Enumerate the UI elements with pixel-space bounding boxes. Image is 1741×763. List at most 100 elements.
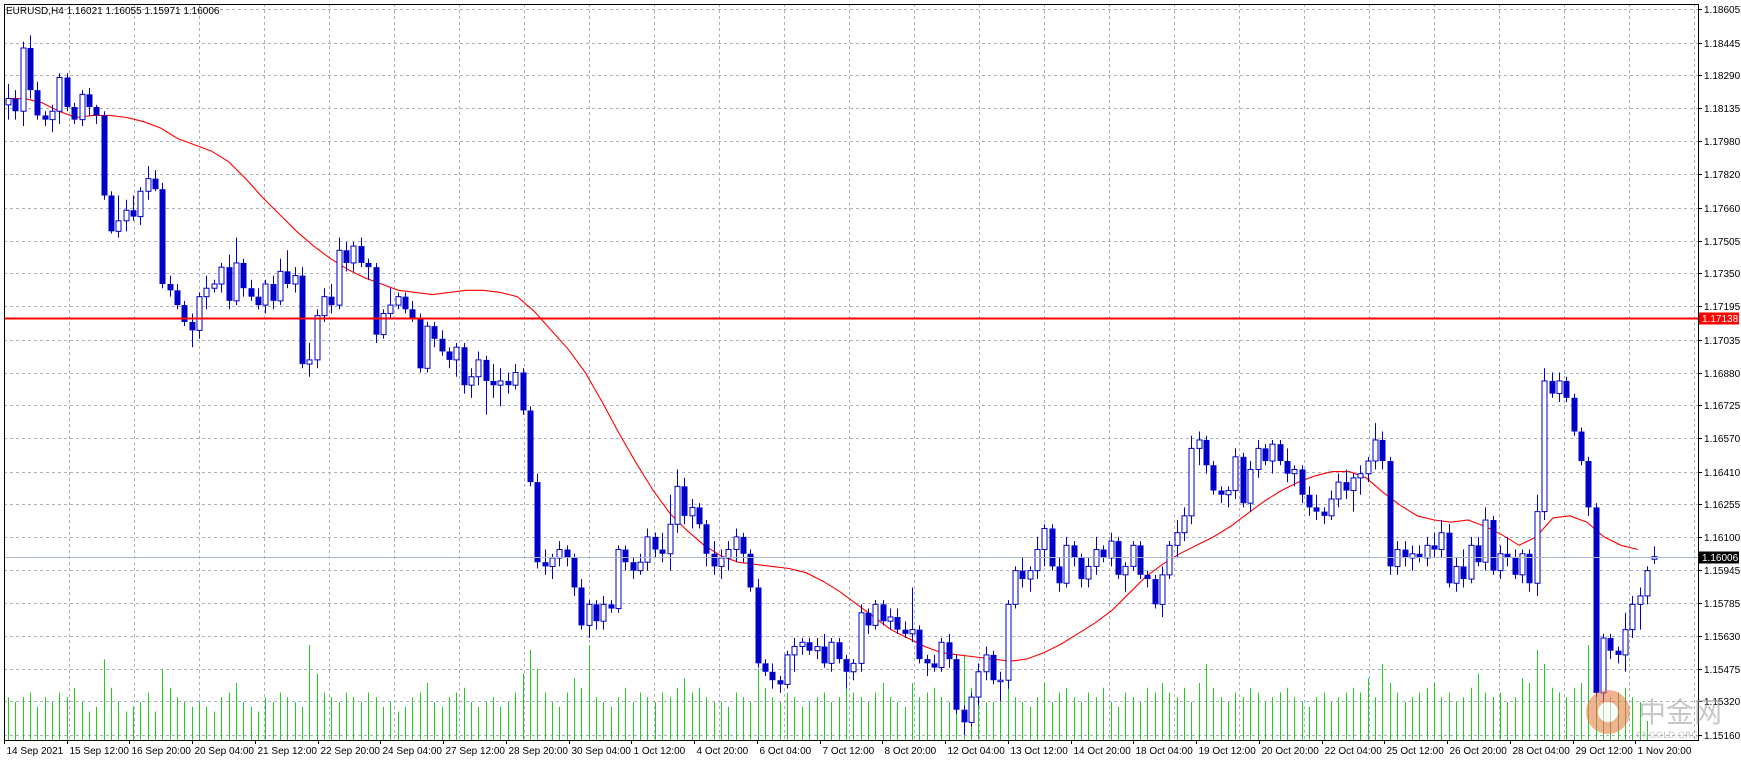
- candle-body-bear: [174, 290, 181, 306]
- candle-body-bear: [902, 629, 909, 634]
- candle-body-bear: [93, 106, 100, 116]
- x-tick-label: 13 Oct 12:00: [1011, 746, 1069, 757]
- candle-body-bull: [828, 641, 835, 664]
- candle-body-bear: [865, 612, 872, 626]
- candle-body-bull: [850, 662, 857, 673]
- candle: [108, 191, 115, 234]
- candle-body-bear: [1526, 553, 1533, 584]
- candle-body-bear: [409, 309, 416, 318]
- candle-body-bull: [5, 98, 12, 106]
- y-tick-label: 1.17035: [1704, 336, 1741, 347]
- candle-body-bull: [49, 110, 56, 121]
- candle-body-bull: [1041, 527, 1048, 551]
- candle-body-bear: [681, 486, 688, 516]
- candle-body-bear: [931, 663, 938, 668]
- candle-body-bull: [725, 549, 732, 559]
- x-tick-label: 30 Sep 04:00: [572, 746, 632, 757]
- candle-body-bear: [769, 671, 776, 681]
- candle-body-bull: [872, 603, 879, 626]
- y-tick-label: 1.16725: [1704, 401, 1741, 412]
- candle-body-bear: [343, 250, 350, 263]
- candle-body-bear: [916, 629, 923, 660]
- price-chart[interactable]: 1.18605 1.18445 1.18290 1.18135 1.17980 1.178…: [0, 0, 1741, 763]
- candle-body-bear: [1387, 461, 1394, 567]
- candle-body-bear: [961, 709, 968, 723]
- candle-body-bear: [578, 587, 585, 626]
- candle-body-bull: [20, 47, 27, 112]
- candle-body-bull: [909, 629, 916, 635]
- candle-body-bear: [248, 288, 255, 297]
- candle-body-bear: [1262, 448, 1269, 462]
- candle-body-bull: [79, 93, 86, 121]
- candle-body-bear: [1299, 469, 1306, 495]
- candle-body-bear: [402, 296, 409, 310]
- candle-body-bull: [56, 76, 63, 112]
- candle-body-bear: [1203, 439, 1210, 466]
- candle-body-bull: [1196, 439, 1203, 449]
- candle-body-bear: [328, 296, 335, 306]
- candle-body-bear: [806, 642, 813, 651]
- candle: [953, 654, 960, 714]
- candle-body-bull: [1335, 481, 1342, 500]
- trading-chart-window[interactable]: 1.18605 1.18445 1.18290 1.18135 1.17980 1.178…: [0, 0, 1741, 763]
- candle: [1137, 541, 1144, 580]
- candle-body-bull: [733, 536, 740, 551]
- candle: [1578, 427, 1585, 466]
- candle: [1210, 461, 1217, 495]
- candle-body-bear: [446, 351, 453, 360]
- candle-body-bull: [314, 315, 321, 361]
- candle-body-bear: [1593, 507, 1600, 693]
- candle: [1166, 541, 1173, 580]
- candle-body-bull: [1644, 570, 1651, 597]
- candle-body-bull: [997, 679, 1004, 683]
- candle-body-bear: [1306, 494, 1313, 508]
- candle-body-bear: [1571, 397, 1578, 432]
- candle-body-bull: [983, 654, 990, 673]
- candle-body-bull: [424, 325, 431, 369]
- candle-body-bull: [1005, 603, 1012, 681]
- x-tick-label: 24 Sep 04:00: [383, 746, 443, 757]
- x-tick-label: 20 Sep 04:00: [195, 746, 255, 757]
- candle-body-bear: [740, 536, 747, 554]
- candle-body-bear: [747, 553, 754, 588]
- y-tick-label: 1.15160: [1704, 731, 1741, 742]
- candle-body-bull: [968, 696, 975, 723]
- candle-body-bull: [395, 296, 402, 306]
- candle-body-bull: [336, 249, 343, 306]
- candle-body-bear: [1049, 528, 1056, 567]
- candle-body-bear: [622, 549, 629, 563]
- candle-body-bear: [12, 98, 19, 112]
- candle-body-bull: [306, 359, 313, 365]
- candle-body-bull: [674, 485, 681, 525]
- y-tick-label: 1.16255: [1704, 500, 1741, 511]
- y-tick-label: 1.17820: [1704, 170, 1741, 181]
- candle-body-bull: [799, 641, 806, 647]
- candle-body-bull: [1027, 570, 1034, 580]
- candle-body-bull: [1255, 447, 1262, 470]
- candle: [938, 638, 945, 672]
- candle-body-bull: [1188, 447, 1195, 517]
- x-tick-label: 20 Oct 20:00: [1262, 746, 1320, 757]
- y-tick-label: 1.17195: [1704, 302, 1741, 313]
- candle-body-bull: [1328, 498, 1335, 517]
- candle-body-bull: [123, 209, 130, 222]
- candle-body-bull: [556, 549, 563, 559]
- candle: [872, 600, 879, 630]
- candle: [424, 321, 431, 373]
- candle-body-bear: [1563, 380, 1570, 398]
- candle-body-bull: [814, 645, 821, 652]
- candle-body-bear: [1578, 431, 1585, 462]
- candle-body-bear: [946, 642, 953, 660]
- y-tick-label: 1.18605: [1704, 5, 1741, 16]
- candle-body-bear: [571, 557, 578, 588]
- candle-body-bull: [1063, 544, 1070, 584]
- candle: [784, 650, 791, 689]
- candle: [1188, 435, 1195, 525]
- candle-body-bear: [1607, 638, 1614, 651]
- candle-body-bull: [784, 654, 791, 685]
- x-tick-label: 12 Oct 04:00: [948, 746, 1006, 757]
- candle-body-bull: [321, 296, 328, 317]
- candle-body-bull: [858, 612, 865, 664]
- candle-body-bull: [115, 220, 122, 232]
- candle-body-bull: [718, 557, 725, 567]
